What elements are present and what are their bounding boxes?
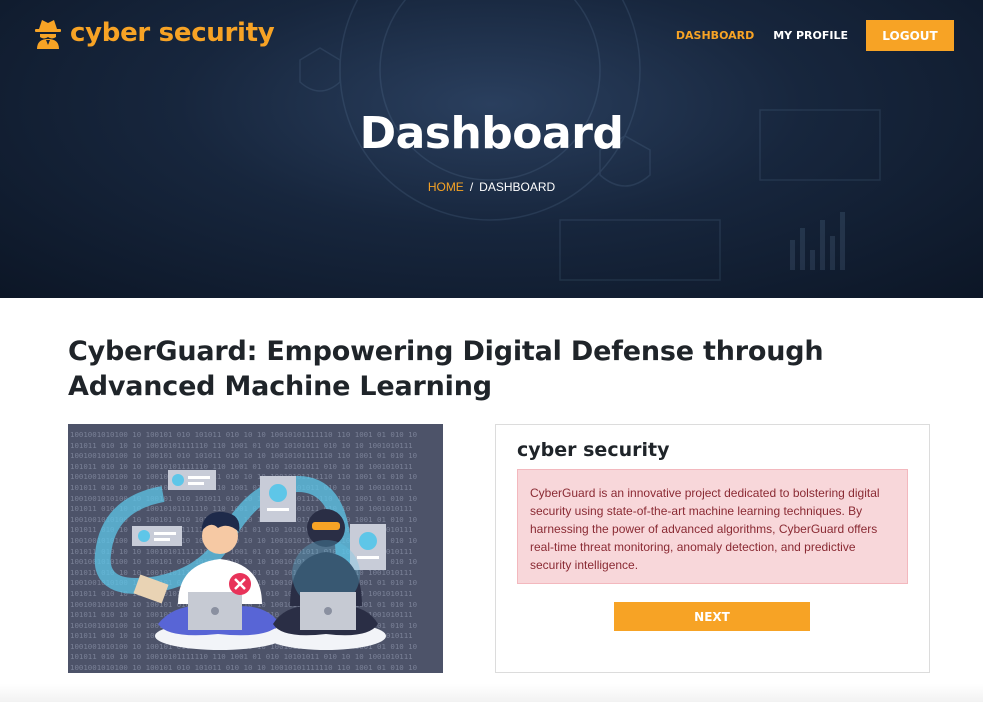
- nav-my-profile-link[interactable]: MY PROFILE: [773, 29, 848, 42]
- hero-banner: cyber security DASHBOARD MY PROFILE LOGO…: [0, 0, 983, 298]
- info-card: cyber security CyberGuard is an innovati…: [495, 424, 930, 673]
- page-title: Dashboard: [359, 108, 624, 159]
- profile-card-icon: [168, 470, 216, 490]
- footer-divider: [0, 684, 983, 702]
- spy-icon: [35, 20, 61, 49]
- logout-button[interactable]: LOGOUT: [866, 20, 954, 51]
- main-heading-line-2: Advanced Machine Learning: [68, 371, 492, 402]
- description-alert: CyberGuard is an innovative project dedi…: [517, 469, 908, 584]
- brand[interactable]: cyber security: [34, 17, 275, 49]
- cyber-attack-illustration: 1001001010100 10 100101 010 101011 010 1…: [68, 424, 443, 673]
- profile-card-icon: [132, 526, 182, 546]
- breadcrumb-home-link[interactable]: HOME: [428, 180, 464, 194]
- main-heading-line-1: CyberGuard: Empowering Digital Defense t…: [68, 336, 824, 367]
- breadcrumb-separator: /: [469, 180, 474, 194]
- top-nav: DASHBOARD MY PROFILE LOGOUT: [676, 20, 954, 51]
- id-card-icon: [260, 476, 296, 522]
- breadcrumb: HOME / DASHBOARD: [0, 180, 983, 194]
- main-heading: CyberGuard: Empowering Digital Defense t…: [68, 334, 828, 404]
- nav-dashboard-link[interactable]: DASHBOARD: [676, 29, 754, 42]
- next-button[interactable]: NEXT: [614, 602, 810, 631]
- brand-name: cyber security: [70, 18, 275, 48]
- card-title: cyber security: [517, 439, 670, 461]
- breadcrumb-current: DASHBOARD: [479, 180, 556, 194]
- hacker-scene-graphic: [94, 470, 386, 650]
